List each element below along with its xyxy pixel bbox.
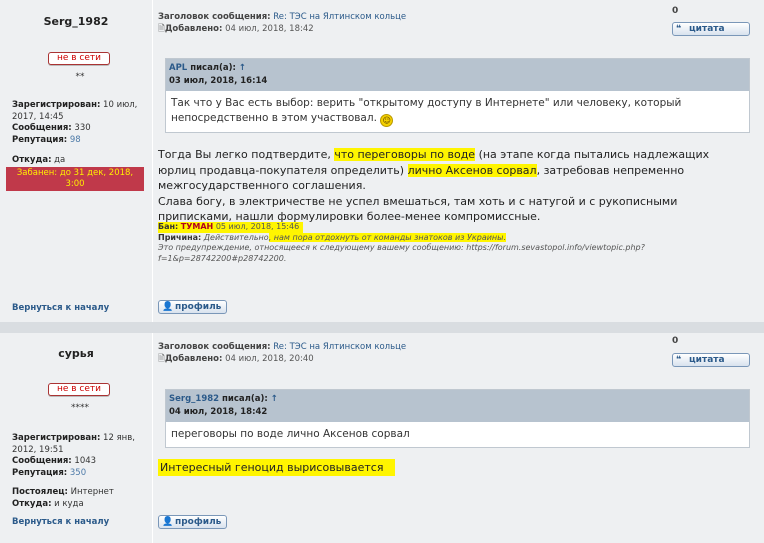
quoted-message: APL писал(а): ↑ 03 июл, 2018, 16:14 Так … xyxy=(165,58,750,133)
quote-button[interactable]: ❝ цитата xyxy=(672,22,750,36)
subject-link[interactable]: Re: ТЭС на Ялтинском кольце xyxy=(273,342,406,352)
post-body: Интересный геноцид вырисовывается xyxy=(158,459,748,476)
offline-status-badge: не в сети xyxy=(48,52,110,65)
moderator-name[interactable]: ТУМАН xyxy=(181,222,213,231)
reputation-value: 98 xyxy=(69,134,81,145)
quote-author-link[interactable]: APL xyxy=(169,63,187,73)
post-score: 0 xyxy=(672,6,679,16)
post-file-icon: 🗎 xyxy=(158,354,165,364)
rank-stars: **** xyxy=(71,403,89,413)
quote-header: APL писал(а): ↑ 03 июл, 2018, 16:14 xyxy=(166,59,749,91)
post-1: Serg_1982 не в сети ** Зарегистрирован: … xyxy=(0,0,764,322)
smiley-icon: ☺ xyxy=(380,114,394,127)
post-body: Тогда Вы легко подтвердите, что перегово… xyxy=(158,148,710,223)
quote-date: 03 июл, 2018, 16:14 xyxy=(169,76,268,86)
post-2: сурья не в сети **** Зарегистрирован: 12… xyxy=(0,333,764,543)
back-to-top-link[interactable]: Вернуться к началу xyxy=(12,303,109,313)
author-username[interactable]: сурья xyxy=(0,347,152,360)
offline-status-badge: не в сети xyxy=(48,383,110,396)
author-info: Зарегистрирован: 10 июл, 2017, 14:45 Соо… xyxy=(12,100,138,145)
profile-button[interactable]: 👤 профиль xyxy=(158,300,228,314)
post-file-icon: 🗎 xyxy=(158,24,165,34)
quote-button[interactable]: ❝ цитата xyxy=(672,353,750,367)
quote-body: переговоры по воде лично Аксенов сорвал xyxy=(171,428,410,440)
reputation-value: 350 xyxy=(69,467,87,478)
message-count: 330 xyxy=(74,123,91,133)
post-date: 04 июл, 2018, 20:40 xyxy=(225,354,314,364)
quote-date: 04 июл, 2018, 18:42 xyxy=(169,407,268,417)
post-score: 0 xyxy=(672,336,679,346)
quote-author-link[interactable]: Serg_1982 xyxy=(169,394,219,404)
author-info: Зарегистрирован: 12 янв, 2012, 19:51 Соо… xyxy=(12,433,135,478)
from-value: да xyxy=(54,155,66,165)
profile-icon: 👤 xyxy=(162,302,174,312)
profile-button[interactable]: 👤 профиль xyxy=(158,515,228,529)
post-header: Заголовок сообщения: Re: ТЭС на Ялтинско… xyxy=(158,12,407,34)
message-count: 1043 xyxy=(74,456,97,466)
moderator-ban-note: Бан: ТУМАН 05 июл, 2018, 15:46 Причина: … xyxy=(158,222,645,263)
quoted-message: Serg_1982 писал(а): ↑ 04 июл, 2018, 18:4… xyxy=(165,389,750,448)
author-username[interactable]: Serg_1982 xyxy=(0,15,152,28)
from-value: и куда xyxy=(54,498,84,509)
quote-icon: ❝ xyxy=(676,355,682,365)
regular-value: Интернет xyxy=(70,487,114,497)
quote-header: Serg_1982 писал(а): ↑ 04 июл, 2018, 18:4… xyxy=(166,390,749,422)
quote-jump-arrow-icon[interactable]: ↑ xyxy=(271,394,278,404)
post-separator xyxy=(0,322,764,333)
post-header: Заголовок сообщения: Re: ТЭС на Ялтинско… xyxy=(158,342,407,364)
banned-notice: Забанен: до 31 дек, 2018, 3:00 xyxy=(6,167,144,191)
back-to-top-link[interactable]: Вернуться к началу xyxy=(12,517,109,527)
profile-icon: 👤 xyxy=(162,517,174,527)
quote-body: Так что у Вас есть выбор: верить "открыт… xyxy=(171,97,682,127)
quote-jump-arrow-icon[interactable]: ↑ xyxy=(239,63,246,73)
subject-link[interactable]: Re: ТЭС на Ялтинском кольце xyxy=(273,12,406,22)
post-date: 04 июл, 2018, 18:42 xyxy=(225,24,314,34)
quote-icon: ❝ xyxy=(676,24,682,34)
rank-stars: ** xyxy=(75,72,85,82)
ban-footer-text: Это предупреждение, относящееся к следую… xyxy=(158,243,645,263)
